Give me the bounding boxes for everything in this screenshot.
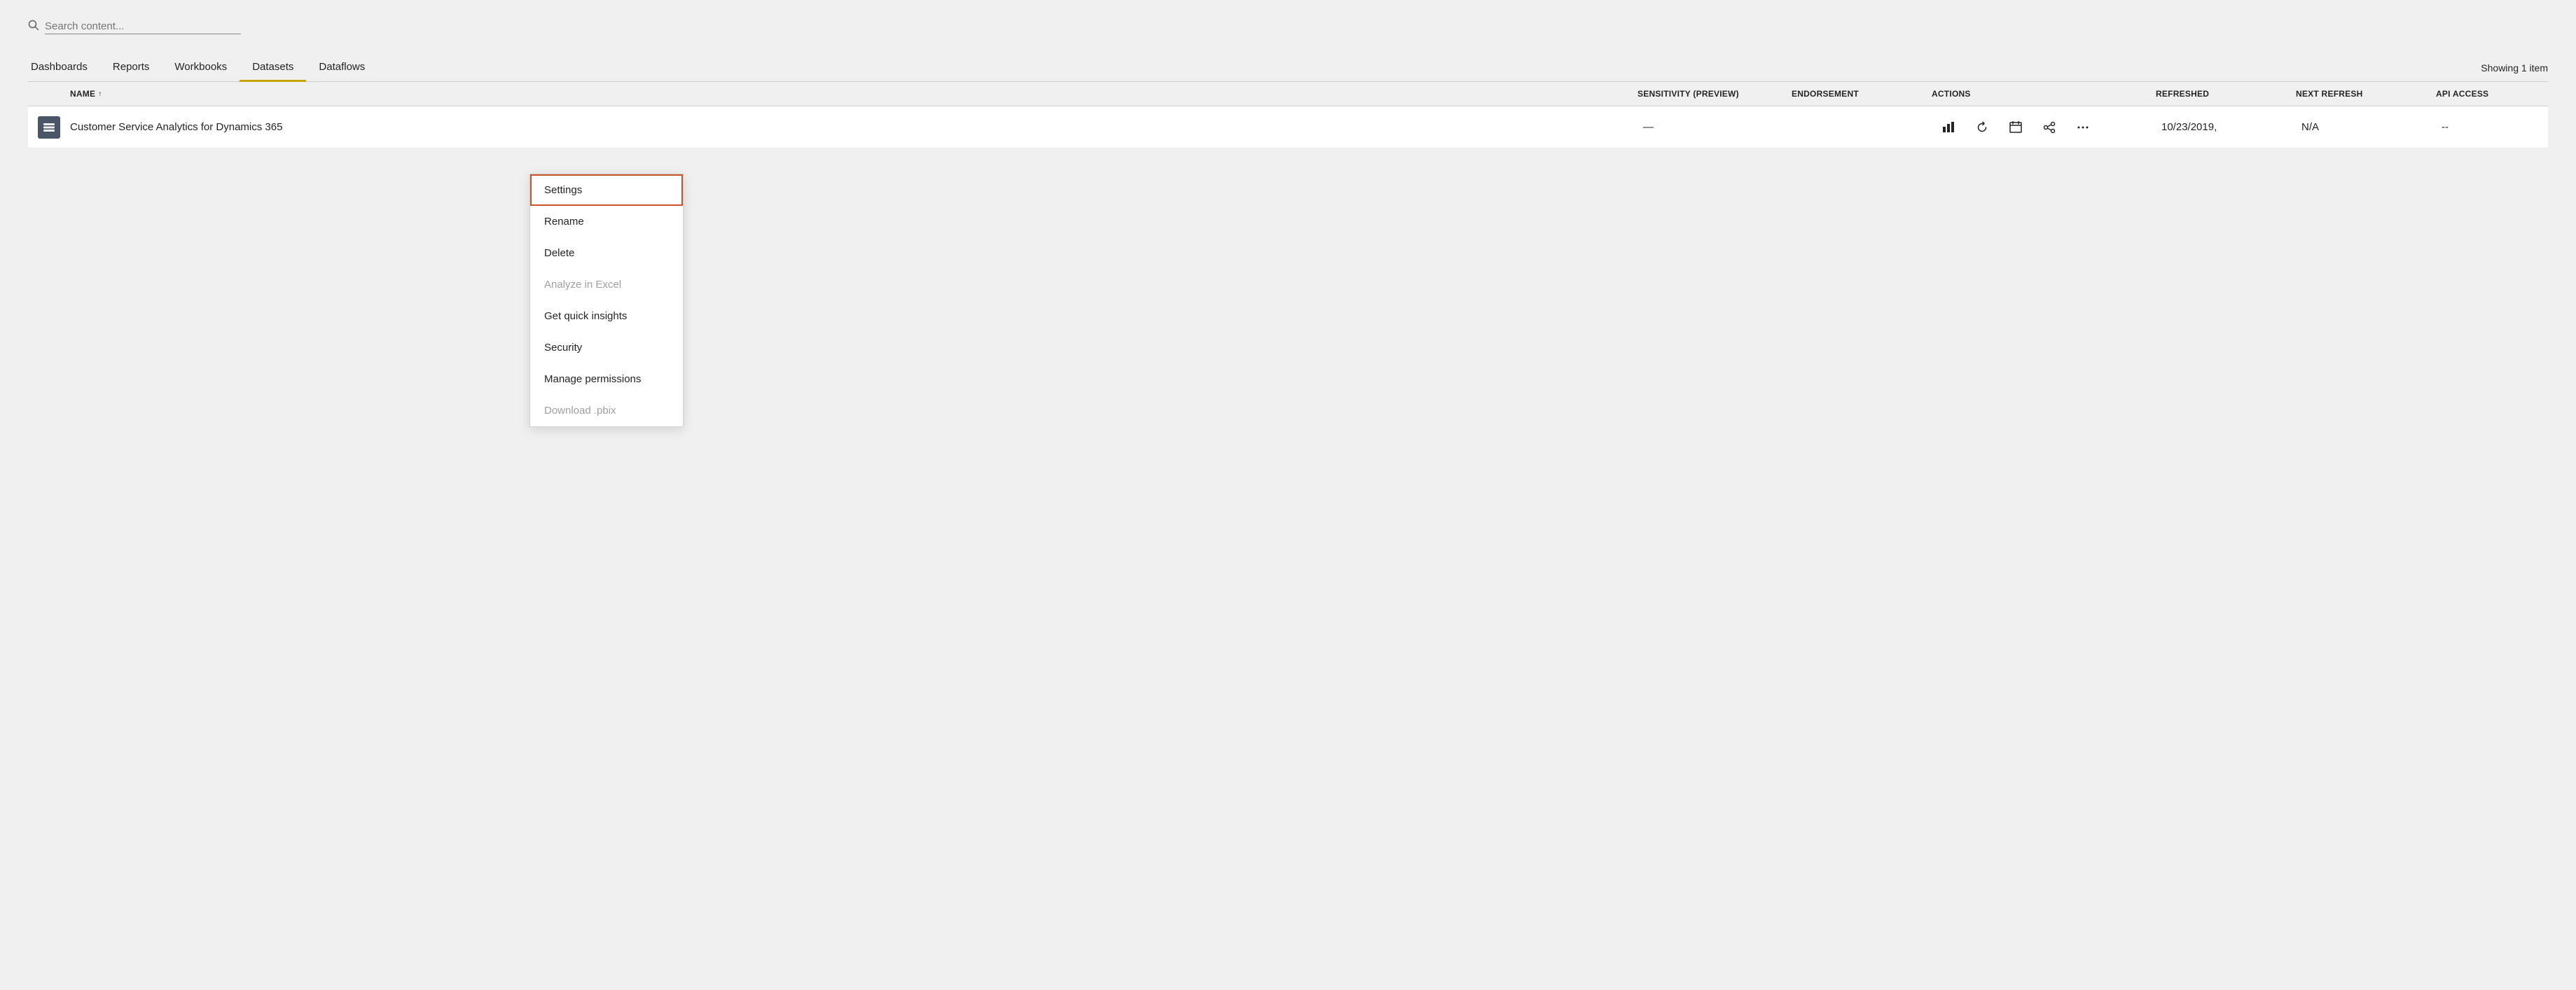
search-bar — [28, 20, 266, 34]
menu-item-rename[interactable]: Rename — [530, 206, 683, 237]
col-header-name[interactable]: NAME ↑ — [70, 89, 1637, 99]
tab-dashboards[interactable]: Dashboards — [28, 54, 100, 81]
col-header-api-access: API ACCESS — [2436, 89, 2548, 99]
col-header-sensitivity: SENSITIVITY (preview) — [1637, 89, 1792, 99]
schedule-refresh-icon[interactable] — [2004, 116, 2027, 139]
showing-count: Showing 1 item — [2481, 62, 2548, 74]
nav-tabs: Dashboards Reports Workbooks Datasets Da… — [28, 54, 2548, 82]
table-header: NAME ↑ SENSITIVITY (preview) ENDORSEMENT… — [28, 82, 2548, 106]
menu-item-manage-permissions[interactable]: Manage permissions — [530, 363, 683, 395]
menu-item-security[interactable]: Security — [530, 332, 683, 363]
share-icon[interactable] — [2038, 116, 2061, 139]
menu-item-quick-insights[interactable]: Get quick insights — [530, 300, 683, 332]
search-input[interactable] — [45, 20, 241, 34]
tab-workbooks[interactable]: Workbooks — [162, 54, 240, 81]
table-container: NAME ↑ SENSITIVITY (preview) ENDORSEMENT… — [28, 82, 2548, 148]
menu-item-download-pbix: Download .pbix — [530, 395, 683, 426]
menu-item-settings[interactable]: Settings — [530, 174, 683, 206]
search-icon — [28, 20, 39, 34]
row-name: Customer Service Analytics for Dynamics … — [70, 121, 1637, 133]
refresh-icon[interactable] — [1971, 116, 1993, 139]
tab-reports[interactable]: Reports — [100, 54, 162, 81]
sort-asc-icon: ↑ — [98, 90, 102, 98]
col-header-actions: ACTIONS — [1932, 89, 2156, 99]
row-actions — [1932, 116, 2156, 139]
more-options-icon[interactable] — [2072, 116, 2094, 139]
row-next-refresh: N/A — [2296, 121, 2436, 133]
row-api-access: -- — [2436, 121, 2548, 133]
page-container: Dashboards Reports Workbooks Datasets Da… — [0, 0, 2576, 168]
row-sensitivity: — — [1637, 121, 1792, 133]
col-header-endorsement: ENDORSEMENT — [1792, 89, 1932, 99]
dataset-icon — [38, 116, 60, 139]
col-header-refreshed: REFRESHED — [2156, 89, 2296, 99]
tab-dataflows[interactable]: Dataflows — [306, 54, 378, 81]
view-usage-icon[interactable] — [1937, 116, 1960, 139]
nav-wrapper: Dashboards Reports Workbooks Datasets Da… — [28, 54, 2548, 82]
table-row: Customer Service Analytics for Dynamics … — [28, 106, 2548, 148]
col-header-next-refresh: NEXT REFRESH — [2296, 89, 2436, 99]
tab-datasets[interactable]: Datasets — [240, 54, 306, 81]
menu-item-analyze-excel: Analyze in Excel — [530, 269, 683, 300]
row-refreshed: 10/23/2019, — [2156, 121, 2296, 133]
context-menu: Settings Rename Delete Analyze in Excel … — [529, 174, 684, 427]
menu-item-delete[interactable]: Delete — [530, 237, 683, 269]
row-icon-cell — [28, 116, 70, 139]
